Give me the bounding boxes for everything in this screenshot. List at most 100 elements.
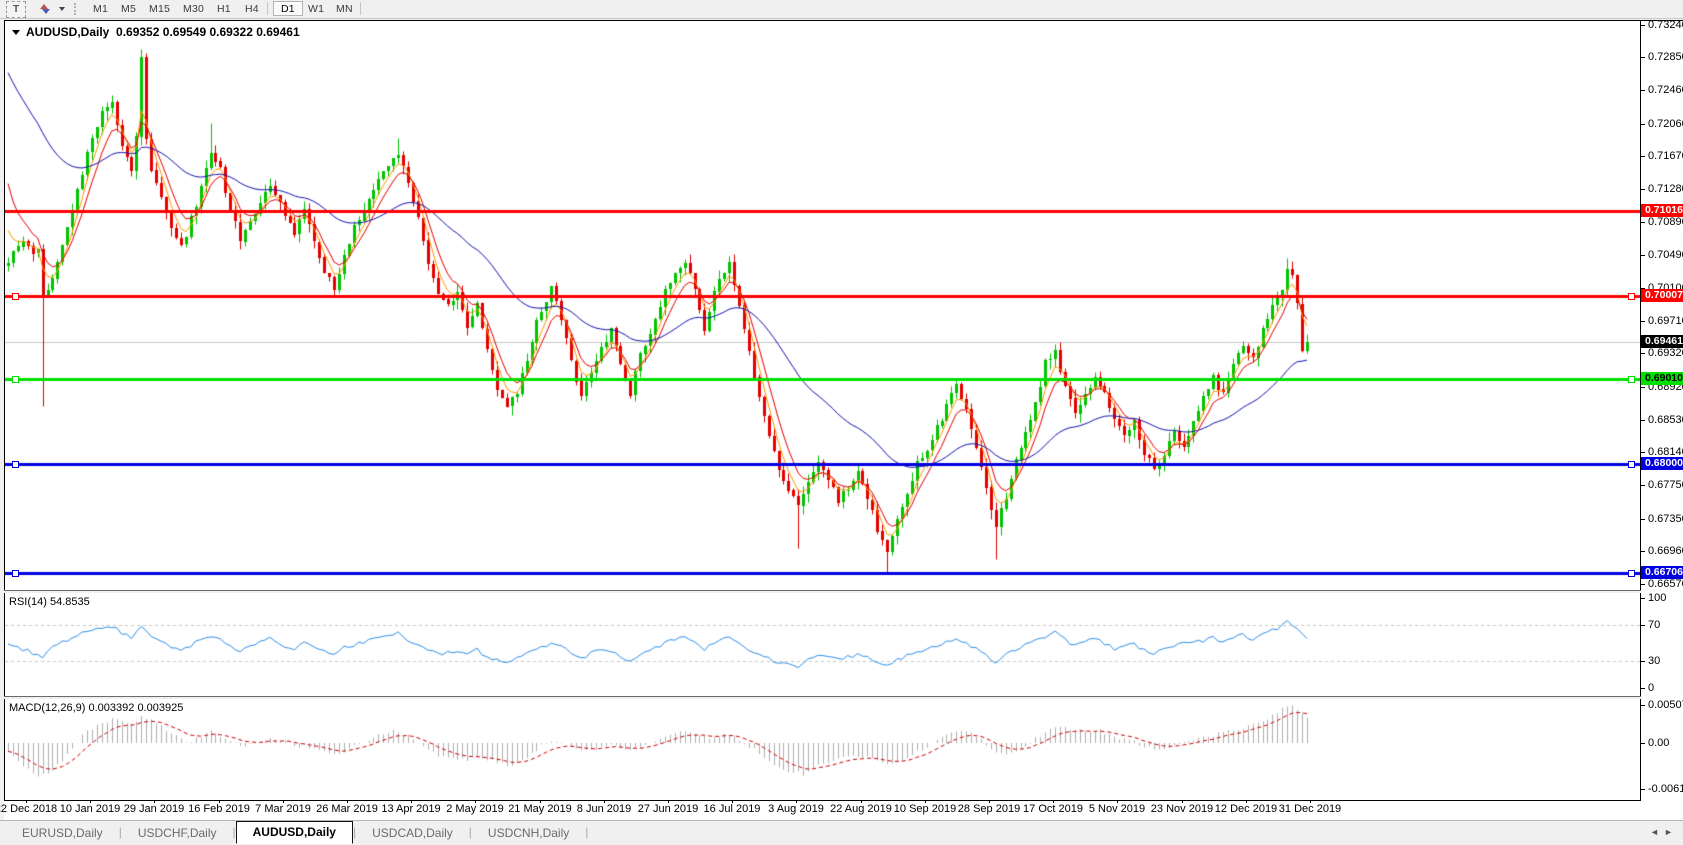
hline-drag-handle[interactable] (1628, 376, 1635, 383)
price-axis-label: 0.68530 (1648, 414, 1683, 426)
price-axis-tick (1641, 551, 1645, 552)
ohlc-close: 0.69461 (256, 25, 299, 39)
price-axis-label: 0.69320 (1648, 347, 1683, 359)
rsi-axis-tick (1641, 688, 1645, 689)
date-axis-label: 31 Dec 2019 (1270, 803, 1350, 815)
price-axis-tick (1641, 452, 1645, 453)
tab-audusd[interactable]: AUDUSD,Daily (236, 821, 353, 844)
bottom-tab-bar: EURUSD,Daily|USDCHF,Daily|AUDUSD,Daily|U… (0, 820, 1683, 845)
tab-usdcad[interactable]: USDCAD,Daily (356, 823, 469, 844)
macd-label: MACD(12,26,9) 0.003392 0.003925 (9, 702, 183, 714)
price-axis-tick (1641, 124, 1645, 125)
price-axis-label: 0.67350 (1648, 513, 1683, 525)
text-tool-icon: T (13, 4, 19, 15)
timeframe-button-h4[interactable]: H4 (238, 1, 266, 16)
price-axis-label: 0.66570 (1648, 578, 1683, 590)
hline-price-tag[interactable]: 0.69010 (1641, 372, 1683, 385)
macd-axis-label: 0.005076 (1648, 699, 1683, 711)
scroll-left-arrow-icon[interactable]: ◄ (1650, 827, 1659, 837)
price-axis-tick (1641, 519, 1645, 520)
price-axis-tick (1641, 90, 1645, 91)
timeframe-button-m15[interactable]: M15 (142, 1, 177, 16)
hline-drag-handle[interactable] (1628, 461, 1635, 468)
text-tool-button[interactable]: T (6, 1, 26, 18)
rsi-label: RSI(14) 54.8535 (9, 596, 90, 608)
macd-axis-label: 0.00 (1648, 737, 1669, 749)
price-axis-label: 0.71670 (1648, 150, 1683, 162)
hline-drag-handle[interactable] (12, 570, 19, 577)
price-axis-tick (1641, 57, 1645, 58)
macd-name: MACD(12,26,9) (9, 702, 85, 714)
macd-signal-value: 0.003925 (137, 702, 183, 714)
rsi-axis-label: 100 (1648, 592, 1666, 604)
ohlc-high: 0.69549 (163, 25, 206, 39)
symbol-label: AUDUSD,Daily (26, 25, 109, 39)
price-axis-tick (1641, 420, 1645, 421)
hline-drag-handle[interactable] (12, 461, 19, 468)
rsi-name: RSI(14) (9, 596, 47, 608)
price-axis-label: 0.72460 (1648, 84, 1683, 96)
rsi-value: 54.8535 (50, 596, 90, 608)
macd-value: 0.003392 (88, 702, 134, 714)
tab-eurusd[interactable]: EURUSD,Daily (6, 823, 119, 844)
symbol-dropdown-icon[interactable] (12, 30, 20, 35)
ohlc-open: 0.69352 (116, 25, 159, 39)
tab-separator: | (585, 825, 588, 839)
price-axis-tick (1641, 25, 1645, 26)
macd-axis-label: -0.006148 (1648, 783, 1683, 795)
hline-drag-handle[interactable] (1628, 293, 1635, 300)
price-axis-tick (1641, 485, 1645, 486)
macd-panel-canvas[interactable] (5, 699, 1640, 799)
price-chart-canvas[interactable] (5, 21, 1640, 589)
timeframe-button-w1[interactable]: W1 (301, 1, 331, 16)
chart-title: AUDUSD,Daily 0.69352 0.69549 0.69322 0.6… (12, 25, 300, 39)
arrows-dropdown-button[interactable] (57, 1, 67, 16)
hline-drag-handle[interactable] (1628, 570, 1635, 577)
tab-usdcnh[interactable]: USDCNH,Daily (472, 823, 585, 844)
chart-tabs: EURUSD,Daily|USDCHF,Daily|AUDUSD,Daily|U… (6, 821, 588, 845)
chevron-down-icon (59, 7, 65, 11)
hline-price-tag[interactable]: 0.70007 (1641, 289, 1683, 302)
price-axis-label: 0.72060 (1648, 118, 1683, 130)
toolbar-separator (267, 2, 268, 15)
top-toolbar: T M1M5M15M30H1H4 D1W1MN (0, 0, 1683, 19)
macd-axis-tick (1641, 705, 1645, 706)
hline-price-tag[interactable]: 0.68000 (1641, 457, 1683, 470)
arrow-down-icon (42, 9, 50, 14)
hline-drag-handle[interactable] (12, 293, 19, 300)
current-price-tag: 0.69461 (1641, 335, 1683, 348)
chart-bottom-border (4, 800, 1641, 801)
hline-price-tag[interactable]: 0.71016 (1641, 204, 1683, 217)
macd-axis-tick (1641, 743, 1645, 744)
price-axis-tick (1641, 222, 1645, 223)
macd-axis-tick (1641, 789, 1645, 790)
timeframe-button-m1[interactable]: M1 (86, 1, 115, 16)
timeframe-button-m5[interactable]: M5 (114, 1, 143, 16)
price-axis-label: 0.73240 (1648, 19, 1683, 31)
hline-price-tag[interactable]: 0.66706 (1641, 566, 1683, 579)
rsi-panel-canvas[interactable] (5, 593, 1640, 696)
timeframe-button-d1[interactable]: D1 (273, 1, 303, 16)
price-axis-tick (1641, 255, 1645, 256)
arrows-tool-button[interactable] (36, 1, 54, 16)
price-axis-label: 0.70490 (1648, 249, 1683, 261)
toolbar-grip (74, 3, 76, 15)
price-axis-label: 0.70890 (1648, 216, 1683, 228)
price-axis-tick (1641, 353, 1645, 354)
price-axis-label: 0.72850 (1648, 51, 1683, 63)
rsi-axis-tick (1641, 625, 1645, 626)
price-axis-label: 0.69710 (1648, 315, 1683, 327)
price-axis-tick (1641, 584, 1645, 585)
price-axis-label: 0.66960 (1648, 545, 1683, 557)
hline-drag-handle[interactable] (12, 376, 19, 383)
scroll-right-arrow-icon[interactable]: ► (1664, 827, 1673, 837)
rsi-axis-label: 30 (1648, 655, 1660, 667)
price-axis-label: 0.71280 (1648, 183, 1683, 195)
timeframe-button-m30[interactable]: M30 (176, 1, 211, 16)
rsi-axis-label: 70 (1648, 619, 1660, 631)
timeframe-button-h1[interactable]: H1 (210, 1, 238, 16)
timeframe-button-mn[interactable]: MN (329, 1, 360, 16)
price-axis-tick (1641, 321, 1645, 322)
tab-usdchf[interactable]: USDCHF,Daily (122, 823, 233, 844)
price-axis-tick (1641, 156, 1645, 157)
